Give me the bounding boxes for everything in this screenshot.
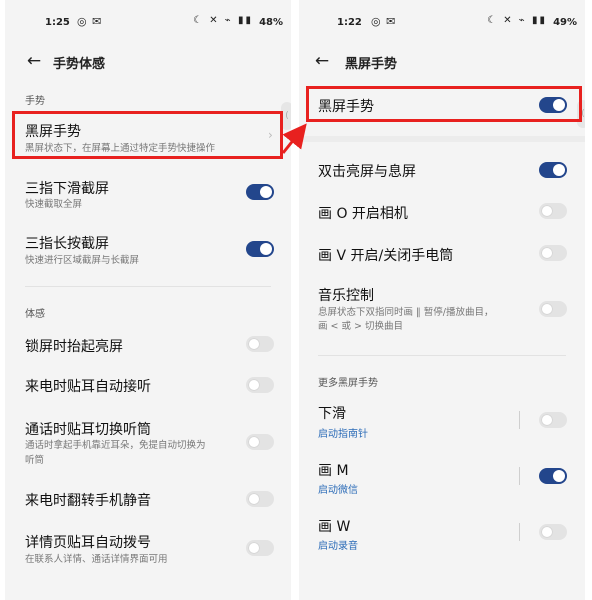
three-finger-press-title: 三指长按截屏 <box>25 236 109 252</box>
swipe-down-toggle[interactable] <box>539 412 567 428</box>
raise-to-wake-toggle[interactable] <box>246 336 274 352</box>
three-finger-press-subtitle: 快速进行区域截屏与长截屏 <box>25 255 140 266</box>
music-control-subtitle-2: 画 < 或 > 切换曲目 <box>318 321 403 332</box>
flip-to-mute-toggle[interactable] <box>246 491 274 507</box>
notification-icons: ◎ ✉ <box>77 15 103 28</box>
section-header-more-gestures: 更多黑屏手势 <box>318 378 378 389</box>
toggle-knob <box>541 247 553 259</box>
section-header-gesture: 手势 <box>25 96 45 107</box>
ear-auto-answer-toggle[interactable] <box>246 377 274 393</box>
section-header-motion: 体感 <box>25 309 45 320</box>
notification-icons: ◎ ✉ <box>371 15 397 28</box>
left-screen: 1:25 ◎ ✉ ☾ ✕ ⌁ ▮▮ 48% ← 手势体感 手势 黑屏手势 黑屏状… <box>5 0 291 600</box>
ear-auto-dial-subtitle: 在联系人详情、通话详情界面可用 <box>25 554 168 565</box>
music-control-toggle[interactable] <box>539 301 567 317</box>
ear-auto-dial-title: 详情页贴耳自动拨号 <box>25 535 151 551</box>
signal-icons: ☾ ✕ ⌁ ▮▮ <box>487 15 547 26</box>
draw-o-camera-toggle[interactable] <box>539 203 567 219</box>
page-title: 手势体感 <box>53 57 106 72</box>
ear-switch-receiver-subtitle: 通话时拿起手机靠近耳朵，免提自动切换为 <box>25 440 206 451</box>
draw-w-title: 画 W <box>318 519 351 535</box>
draw-m-action[interactable]: 启动微信 <box>318 481 358 496</box>
toggle-knob <box>260 243 272 255</box>
toggle-knob <box>248 338 260 350</box>
swipe-down-title: 下滑 <box>318 406 346 422</box>
three-finger-press-toggle[interactable] <box>246 241 274 257</box>
ear-switch-receiver-title: 通话时贴耳切换听筒 <box>25 422 151 438</box>
draw-o-camera-title: 画 O 开启相机 <box>318 206 408 222</box>
draw-m-title: 画 M <box>318 463 349 479</box>
back-arrow-icon[interactable]: ← <box>23 50 45 72</box>
toggle-knob <box>260 186 272 198</box>
status-time: 1:25 <box>45 17 70 28</box>
music-control-subtitle: 息屏状态下双指同时画 ‖ 暂停/播放曲目， <box>318 307 494 318</box>
toggle-knob <box>541 414 553 426</box>
page-title: 黑屏手势 <box>345 57 398 72</box>
toggle-knob <box>248 493 260 505</box>
back-arrow-icon[interactable]: ← <box>311 50 333 72</box>
section-divider <box>299 136 585 142</box>
draw-w-action[interactable]: 启动录音 <box>318 537 358 552</box>
status-time: 1:22 <box>337 17 362 28</box>
divider <box>318 355 566 356</box>
double-tap-wake-title: 双击亮屏与息屏 <box>318 164 416 180</box>
double-tap-wake-toggle[interactable] <box>539 162 567 178</box>
signal-icons: ☾ ✕ ⌁ ▮▮ <box>193 15 253 26</box>
battery-level: 49% <box>553 17 577 28</box>
ear-switch-receiver-toggle[interactable] <box>246 434 274 450</box>
draw-m-toggle[interactable] <box>539 468 567 484</box>
toggle-knob <box>541 303 553 315</box>
ear-auto-dial-toggle[interactable] <box>246 540 274 556</box>
separator <box>519 523 520 541</box>
toggle-knob <box>541 526 553 538</box>
ear-auto-answer-title: 来电时贴耳自动接听 <box>25 379 151 395</box>
toggle-knob <box>248 379 260 391</box>
draw-w-toggle[interactable] <box>539 524 567 540</box>
toggle-knob <box>553 470 565 482</box>
music-control-title: 音乐控制 <box>318 288 374 304</box>
three-finger-swipe-title: 三指下滑截屏 <box>25 181 109 197</box>
three-finger-swipe-toggle[interactable] <box>246 184 274 200</box>
raise-to-wake-title: 锁屏时抬起亮屏 <box>25 339 123 355</box>
three-finger-swipe-subtitle: 快速截取全屏 <box>25 199 83 210</box>
divider <box>25 286 271 287</box>
draw-v-flashlight-title: 画 V 开启/关闭手电筒 <box>318 248 454 264</box>
toggle-knob <box>553 164 565 176</box>
flip-to-mute-title: 来电时翻转手机静音 <box>25 493 151 509</box>
toggle-knob <box>248 436 260 448</box>
swipe-down-action[interactable]: 启动指南针 <box>318 425 368 440</box>
status-bar: 1:25 ◎ ✉ ☾ ✕ ⌁ ▮▮ 48% <box>5 0 291 40</box>
toggle-knob <box>541 205 553 217</box>
highlight-box-right <box>306 86 582 122</box>
separator <box>519 467 520 485</box>
status-bar: 1:22 ◎ ✉ ☾ ✕ ⌁ ▮▮ 49% <box>299 0 585 40</box>
highlight-box-left <box>12 111 283 159</box>
ear-switch-receiver-subtitle-2: 听筒 <box>25 455 45 466</box>
draw-v-flashlight-toggle[interactable] <box>539 245 567 261</box>
toggle-knob <box>248 542 260 554</box>
battery-level: 48% <box>259 17 283 28</box>
separator <box>519 411 520 429</box>
